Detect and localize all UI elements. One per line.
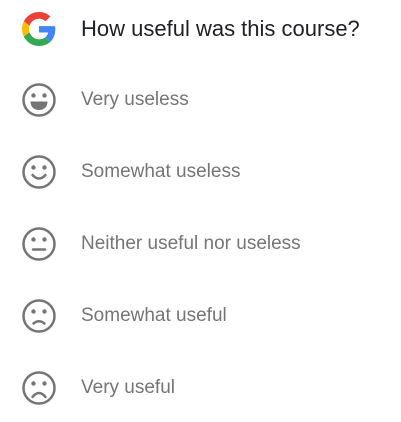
option-neither-useful-nor-useless[interactable]: Neither useful nor useless <box>0 216 401 272</box>
option-label: Somewhat useful <box>81 305 227 326</box>
satisfaction-survey: How useful was this course? Very useless… <box>0 0 401 422</box>
option-label: Very useless <box>81 89 189 110</box>
option-somewhat-useless[interactable]: Somewhat useless <box>0 144 401 200</box>
smiling-face-icon <box>21 154 57 190</box>
survey-header: How useful was this course? <box>0 0 401 60</box>
google-logo-icon <box>22 12 56 46</box>
grinning-face-icon <box>21 82 57 118</box>
survey-question: How useful was this course? <box>81 16 360 41</box>
option-label: Somewhat useless <box>81 161 241 182</box>
option-very-useless[interactable]: Very useless <box>0 72 401 128</box>
option-label: Neither useful nor useless <box>81 233 301 254</box>
option-label: Very useful <box>81 377 175 398</box>
frowning-face-icon <box>21 370 57 406</box>
option-somewhat-useful[interactable]: Somewhat useful <box>0 288 401 344</box>
neutral-face-icon <box>21 226 57 262</box>
slightly-frowning-face-icon <box>21 298 57 334</box>
option-very-useful[interactable]: Very useful <box>0 360 401 416</box>
